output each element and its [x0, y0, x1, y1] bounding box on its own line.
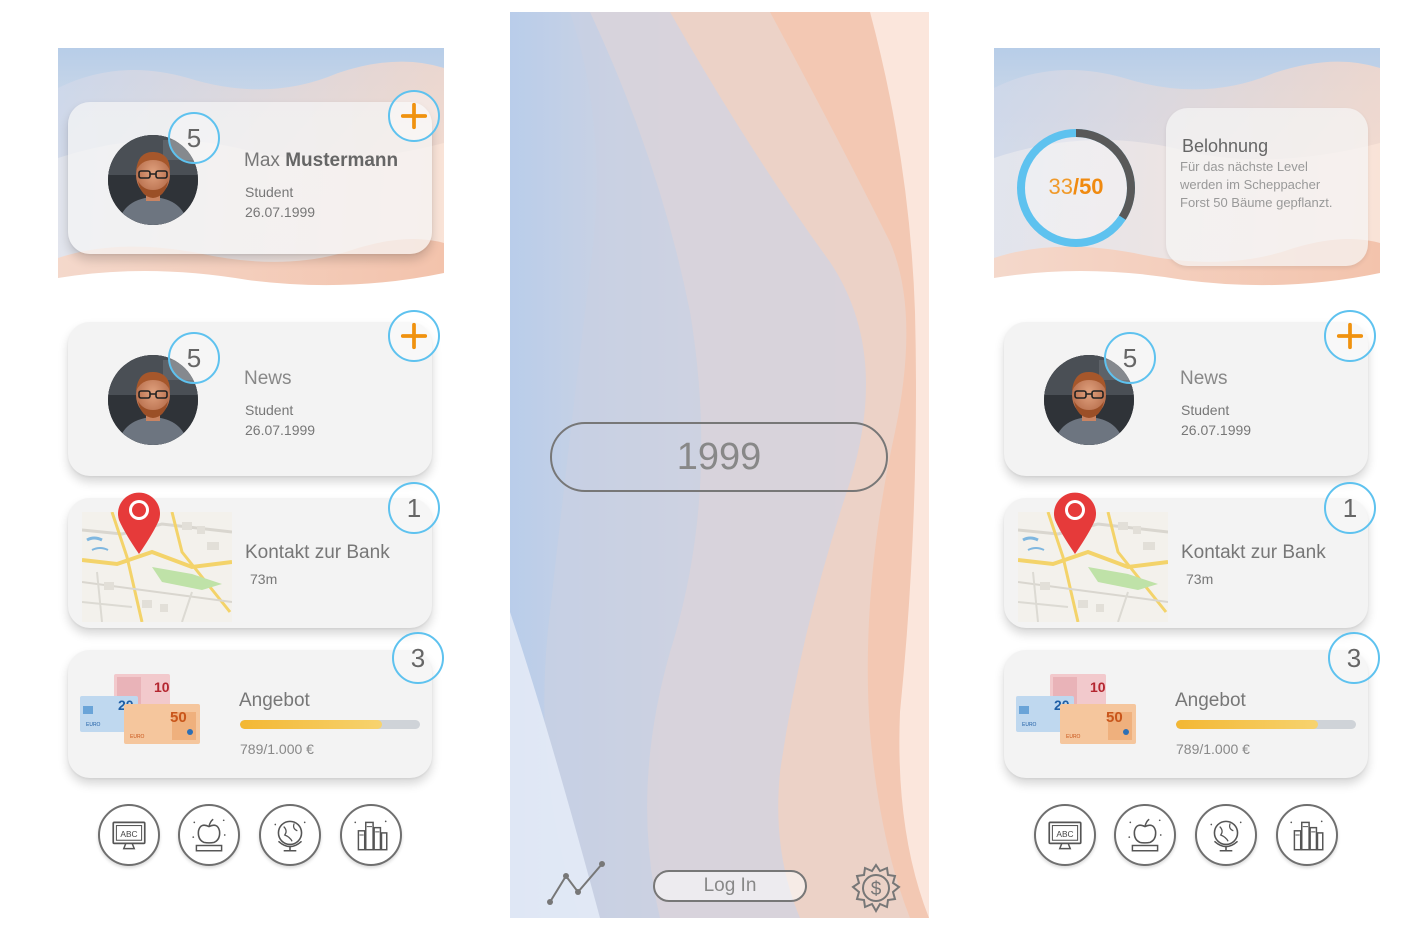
reward-card[interactable]: Belohnung Für das nächste Level werden i…: [1166, 108, 1368, 266]
nav-abc[interactable]: [1034, 804, 1096, 866]
offer-progress-bar: [1176, 720, 1356, 729]
plus-icon: [400, 102, 428, 130]
chart-icon[interactable]: [546, 858, 608, 906]
news-card[interactable]: 5 News Student 26.07.1999: [68, 322, 432, 476]
abc-monitor-icon: [108, 814, 150, 856]
offer-amount: 789/1.000 €: [1176, 741, 1250, 757]
money-gear-icon[interactable]: $: [850, 862, 902, 914]
news-date: 26.07.1999: [245, 422, 316, 438]
reward-screen: 33/50 Belohnung Für das nächste Level we…: [994, 48, 1380, 878]
offer-title: Angebot: [239, 690, 310, 711]
profile-role: Student: [245, 184, 294, 200]
offer-progress-fill: [1176, 720, 1319, 729]
nav-books[interactable]: [340, 804, 402, 866]
apple-book-icon: [1124, 814, 1166, 856]
nav-apple[interactable]: [178, 804, 240, 866]
news-role: Student: [1181, 402, 1230, 418]
nav-abc[interactable]: [98, 804, 160, 866]
reward-title: Belohnung: [1182, 136, 1269, 156]
login-button[interactable]: Log In: [653, 870, 807, 902]
reward-description: Für das nächste Level werden im Scheppac…: [1180, 159, 1333, 210]
svg-text:$: $: [871, 879, 882, 900]
last-name: Mustermann: [285, 150, 399, 171]
bank-title: Kontakt zur Bank: [1181, 542, 1326, 563]
news-title: News: [244, 368, 292, 389]
bank-badge: 1: [388, 482, 440, 534]
offer-card[interactable]: Angebot 789/1.000 €: [1004, 650, 1368, 778]
globe-icon: [269, 814, 311, 856]
bank-contact-card[interactable]: Kontakt zur Bank 73m: [1004, 498, 1368, 628]
profile-birthdate: 26.07.1999: [245, 204, 316, 220]
profile-card[interactable]: 5 Max Mustermann Student 26.07.1999: [68, 102, 432, 254]
profile-badge: 5: [168, 112, 220, 164]
books-icon: [1286, 814, 1328, 856]
news-badge: 5: [1104, 332, 1156, 384]
add-button[interactable]: [388, 90, 440, 142]
level-current: 33: [1048, 174, 1073, 199]
news-title: News: [1180, 368, 1228, 389]
bank-distance: 73m: [250, 571, 278, 587]
offer-title: Angebot: [1175, 690, 1246, 711]
banknotes-image: [1016, 674, 1146, 754]
news-role: Student: [245, 402, 294, 418]
bank-distance: 73m: [1186, 571, 1214, 587]
offer-badge: 3: [392, 632, 444, 684]
level-total: 50: [1079, 174, 1104, 199]
plus-icon: [1336, 322, 1364, 350]
location-pin-icon: [1052, 488, 1098, 554]
books-icon: [350, 814, 392, 856]
offer-badge: 3: [1328, 632, 1380, 684]
year-input[interactable]: [550, 422, 888, 492]
profile-screen: 5 Max Mustermann Student 26.07.1999 5 Ne…: [58, 48, 444, 878]
bank-contact-card[interactable]: Kontakt zur Bank 73m: [68, 498, 432, 628]
offer-amount: 789/1.000 €: [240, 741, 314, 757]
plus-icon: [400, 322, 428, 350]
bottom-nav: [1034, 804, 1344, 868]
abc-monitor-icon: [1044, 814, 1086, 856]
apple-book-icon: [188, 814, 230, 856]
login-screen: Log In $: [510, 12, 929, 918]
location-pin-icon: [116, 488, 162, 554]
offer-progress-bar: [240, 720, 420, 729]
banknotes-image: [80, 674, 210, 754]
offer-card[interactable]: Angebot 789/1.000 €: [68, 650, 432, 778]
first-name: Max: [244, 150, 280, 171]
nav-books[interactable]: [1276, 804, 1338, 866]
nav-apple[interactable]: [1114, 804, 1176, 866]
nav-globe[interactable]: [1195, 804, 1257, 866]
level-progress-text: 33/50: [1016, 174, 1136, 200]
nav-globe[interactable]: [259, 804, 321, 866]
bank-title: Kontakt zur Bank: [245, 542, 390, 563]
news-date: 26.07.1999: [1181, 422, 1252, 438]
add-news-button[interactable]: [388, 310, 440, 362]
news-card[interactable]: 5 News Student 26.07.1999: [1004, 322, 1368, 476]
offer-progress-fill: [240, 720, 383, 729]
profile-name: Max Mustermann: [244, 150, 398, 172]
news-badge: 5: [168, 332, 220, 384]
globe-icon: [1205, 814, 1247, 856]
bottom-nav: [98, 804, 408, 868]
bank-badge: 1: [1324, 482, 1376, 534]
add-news-button[interactable]: [1324, 310, 1376, 362]
